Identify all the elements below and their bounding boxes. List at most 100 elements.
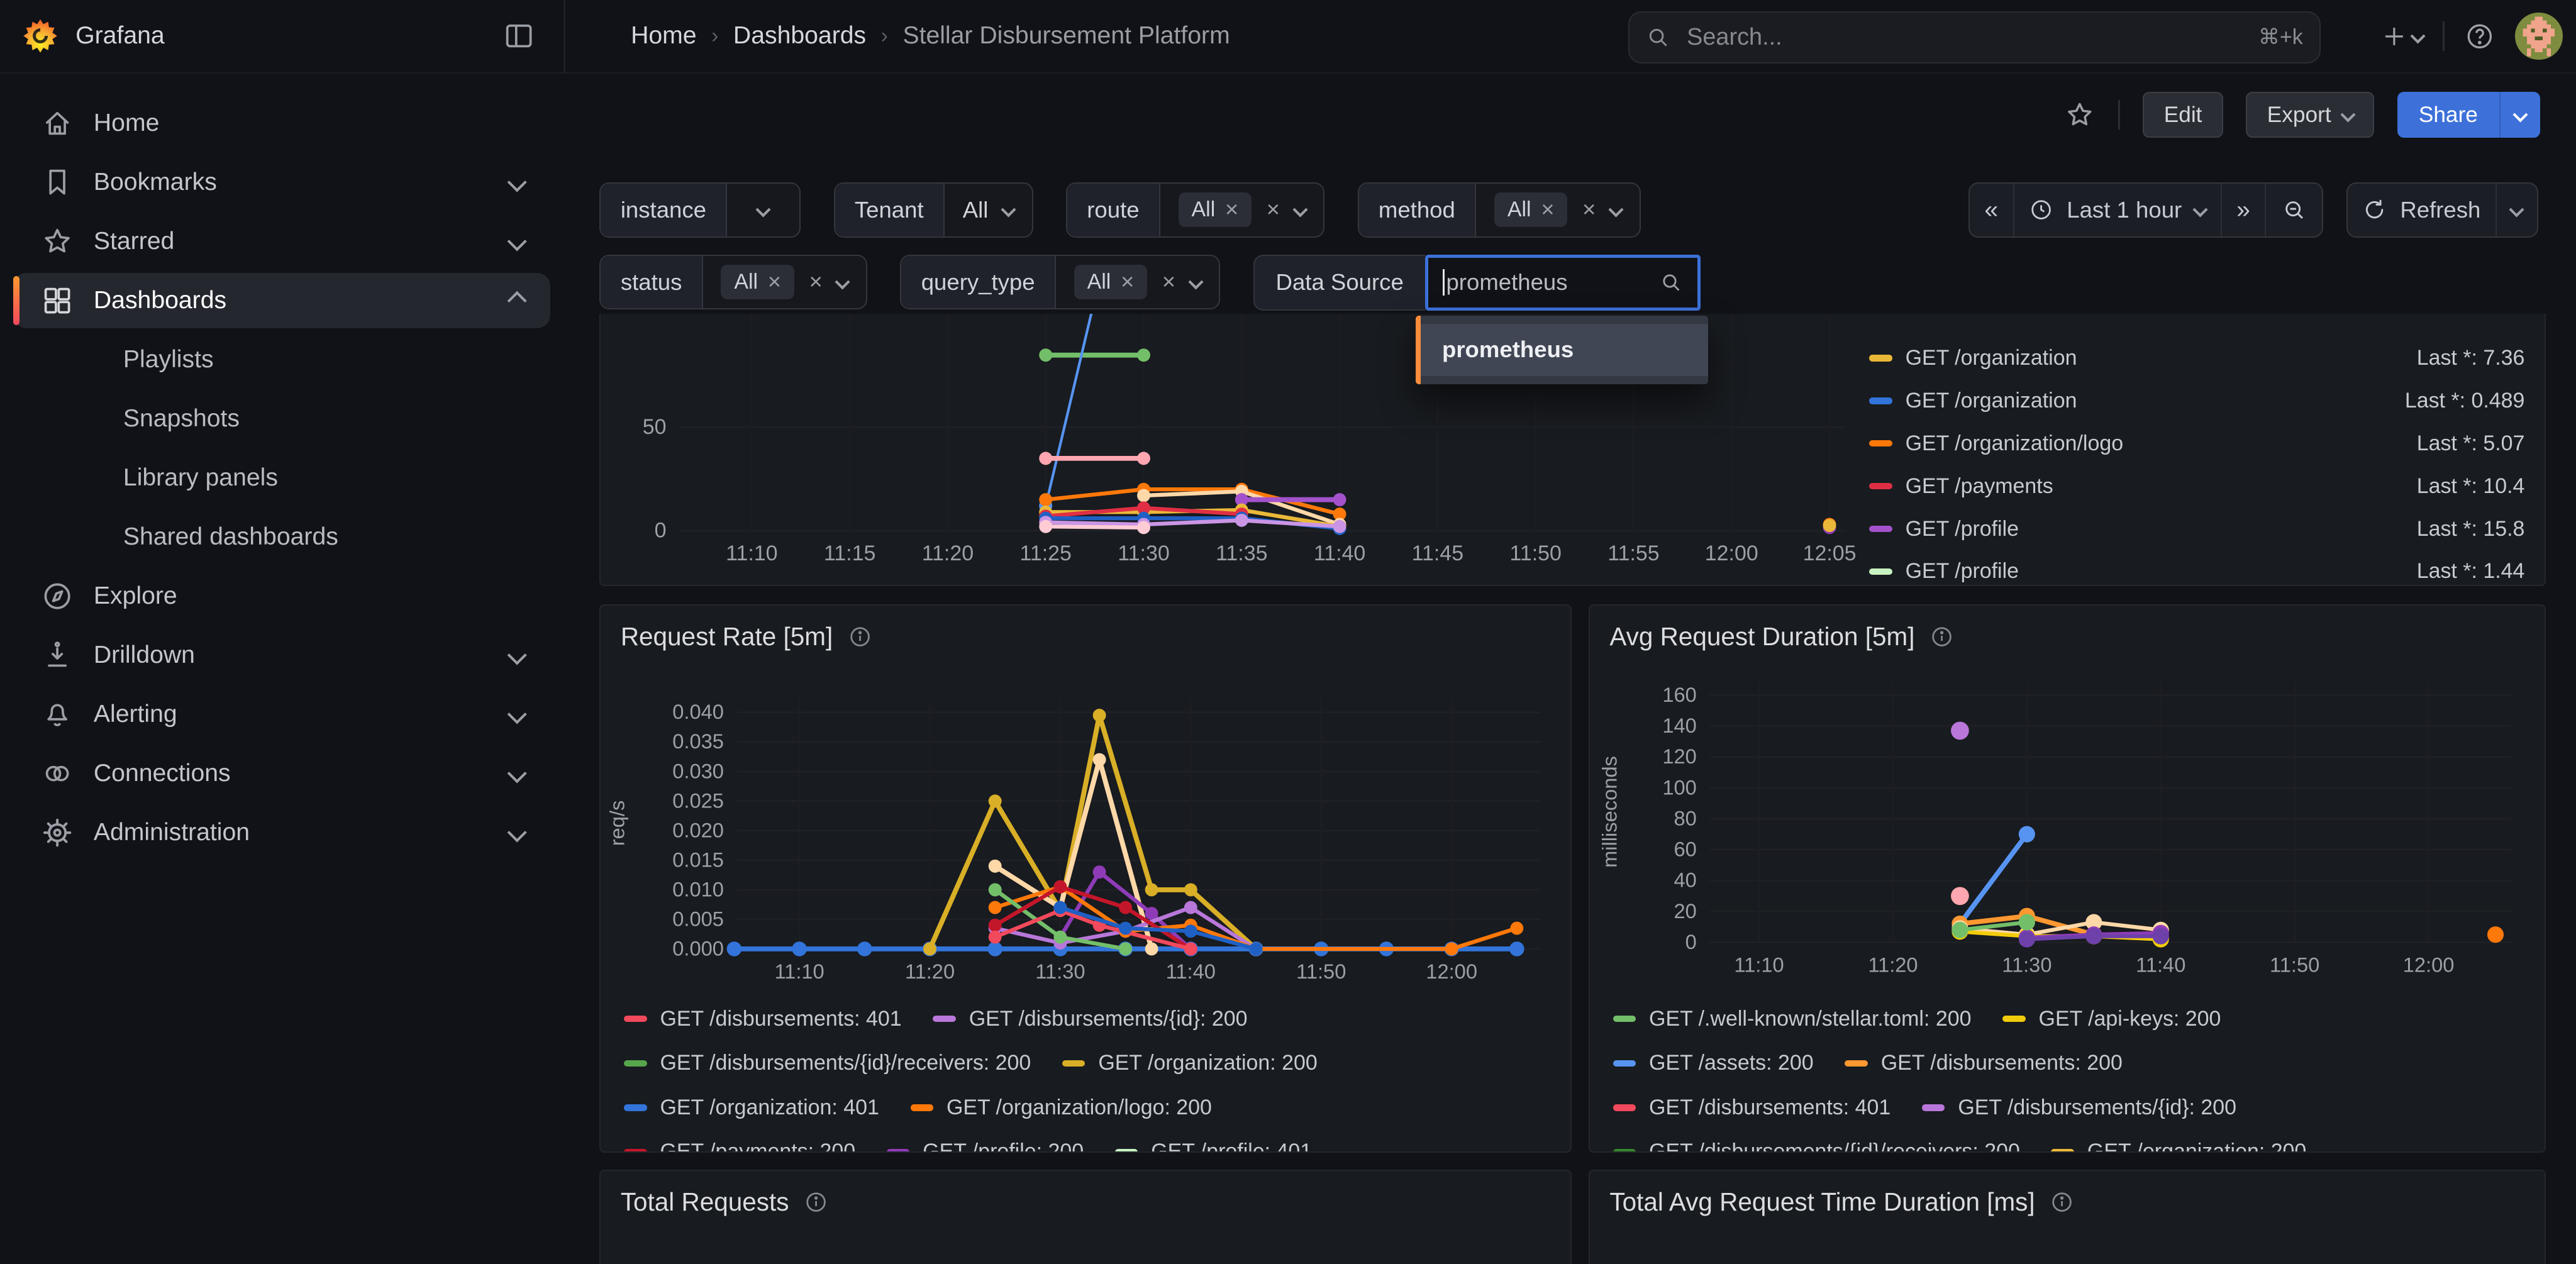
sidebar-item-snapshots[interactable]: Snapshots [13,391,550,447]
legend-item[interactable]: GET /disbursements: 200 [1845,1051,2123,1075]
sidebar-item-drilldown[interactable]: Drilldown [13,628,550,684]
share-menu-caret[interactable] [2499,92,2540,138]
legend-item[interactable]: GET /disbursements/{id}/receivers: 200 [624,1051,1031,1075]
legend-item[interactable]: GET /disbursements/{id}: 200 [933,1007,1247,1031]
remove-value-icon[interactable]: × [1541,198,1554,221]
sidebar-toggle-icon[interactable] [502,19,535,52]
refresh-interval-caret[interactable] [2496,184,2537,236]
series-color-swatch [1869,483,1892,489]
sidebar-item-starred[interactable]: Starred [13,214,550,270]
legend-item[interactable]: GET /api-keys: 200 [2002,1007,2221,1031]
filter-value-dropdown[interactable] [727,184,799,236]
legend-item[interactable]: GET /disbursements/{id}/receivers: 200 [1613,1139,2020,1151]
edit-button[interactable]: Edit [2143,92,2223,138]
legend-item[interactable]: GET /organization: 401 [624,1095,879,1120]
remove-value-icon[interactable]: × [1121,270,1134,294]
zoom-out-button[interactable] [2265,184,2322,236]
sidebar-item-home[interactable]: Home [13,96,550,152]
chevron-down-icon[interactable] [835,275,850,290]
chevron-down-icon[interactable] [507,823,527,843]
search-input[interactable] [1684,22,2245,52]
legend-item[interactable]: GET /organization: 200 [1062,1051,1318,1075]
chevron-up-icon[interactable] [507,291,527,311]
remove-value-icon[interactable]: × [1225,198,1238,221]
sidebar-item-playlists[interactable]: Playlists [13,332,550,388]
svg-text:80: 80 [1674,807,1697,830]
chevron-down-icon[interactable] [507,231,527,252]
legend-item[interactable]: GET /profile Last *: 1.44 [1869,550,2524,586]
legend-item[interactable]: GET /organization Last *: 7.36 [1869,337,2524,380]
time-range-button[interactable]: Last 1 hour [2013,184,2221,236]
sidebar-item-explore[interactable]: Explore [13,568,550,624]
legend-item[interactable]: GET /disbursements/{id}: 200 [1922,1095,2236,1120]
legend-item[interactable]: GET /profile: 200 [887,1139,1084,1151]
sidebar-item-alerting[interactable]: Alerting [13,687,550,743]
remove-value-icon[interactable]: × [768,270,781,294]
time-shift-back-button[interactable]: « [1970,184,2013,236]
chevron-down-icon[interactable] [1608,202,1623,218]
legend-item[interactable]: GET /payments Last *: 10.4 [1869,465,2524,507]
breadcrumb-dashboards[interactable]: Dashboards [733,22,866,50]
share-button[interactable]: Share [2397,92,2540,138]
series-color-swatch [2002,1016,2026,1022]
filter-value-chip[interactable]: All× [1179,192,1252,227]
legend-item[interactable]: GET /organization Last *: 0.489 [1869,379,2524,422]
help-button[interactable] [2464,21,2496,52]
filter-value-dropdown[interactable]: All [945,184,1032,236]
favorite-star-icon[interactable] [2064,99,2096,131]
chevron-down-icon[interactable] [507,763,527,784]
datasource-label: Data Source [1253,255,1425,311]
legend-item[interactable]: GET /assets: 200 [1613,1051,1814,1075]
clear-filter-icon[interactable]: × [809,270,822,294]
clear-filter-icon[interactable]: × [1267,198,1280,221]
export-button[interactable]: Export [2246,92,2374,138]
divider [2443,21,2445,51]
chevron-down-icon[interactable] [507,172,527,192]
clear-filter-icon[interactable]: × [1162,270,1175,294]
legend-item[interactable]: GET /.well-known/stellar.toml: 200 [1613,1007,1972,1031]
panel-title[interactable]: Total Avg Request Time Duration [ms] [1609,1187,2035,1217]
sidebar-item-dashboards[interactable]: Dashboards [13,273,550,329]
legend-item[interactable]: GET /organization/logo: 200 [911,1095,1212,1120]
rings-icon [41,757,74,790]
legend-item[interactable]: GET /organization/logo Last *: 5.07 [1869,422,2524,465]
legend-item[interactable]: GET /disbursements: 401 [624,1007,902,1031]
datasource-input[interactable]: prometheus [1425,255,1701,311]
sidebar-item-library-panels[interactable]: Library panels [13,450,550,506]
svg-text:120: 120 [1662,745,1696,768]
refresh-button[interactable]: Refresh [2348,184,2496,236]
sidebar-item-bookmarks[interactable]: Bookmarks [13,155,550,211]
legend-item[interactable]: GET /profile: 401 [1115,1139,1312,1151]
info-icon[interactable] [2050,1190,2074,1214]
svg-text:0.020: 0.020 [673,819,724,842]
time-shift-forward-button[interactable]: » [2221,184,2265,236]
chevron-down-icon[interactable] [507,645,527,665]
chevron-down-icon[interactable] [1188,275,1203,290]
datasource-option-prometheus[interactable]: prometheus [1421,324,1708,377]
top-nav: Grafana Home › Dashboards › Stellar Disb… [0,0,2576,74]
sidebar-item-connections[interactable]: Connections [13,746,550,802]
grafana-logo-link[interactable]: Grafana [21,0,165,72]
global-search[interactable]: ⌘+k [1628,11,2321,63]
chevron-down-icon[interactable] [507,704,527,724]
home-icon [41,107,74,140]
svg-text:0.030: 0.030 [673,760,724,783]
filter-value-chip[interactable]: All× [721,265,794,299]
filter-value-chip[interactable]: All× [1074,265,1148,299]
clear-filter-icon[interactable]: × [1582,198,1596,221]
legend-item[interactable]: GET /organization: 200 [2051,1139,2306,1151]
info-icon[interactable] [804,1190,828,1214]
filter-value-chip[interactable]: All× [1494,192,1568,227]
legend: GET /disbursements: 401 GET /disbursement… [624,997,1560,1151]
legend-item[interactable]: GET /profile Last *: 15.8 [1869,507,2524,550]
sidebar-item-administration[interactable]: Administration [13,805,550,861]
breadcrumb-home[interactable]: Home [631,22,697,50]
add-new-button[interactable] [2381,23,2423,50]
sidebar-item-shared-dashboards[interactable]: Shared dashboards [13,509,550,565]
breadcrumb-separator: › [711,24,718,48]
chevron-down-icon[interactable] [1292,202,1307,218]
panel-title[interactable]: Total Requests [621,1187,789,1217]
legend-item[interactable]: GET /disbursements: 401 [1613,1095,1891,1120]
user-avatar[interactable] [2515,13,2563,60]
legend-item[interactable]: GET /payments: 200 [624,1139,855,1151]
